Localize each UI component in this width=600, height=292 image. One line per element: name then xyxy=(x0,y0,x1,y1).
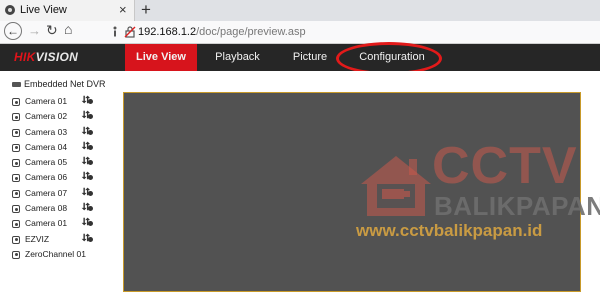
device-tree-root[interactable]: Embedded Net DVR xyxy=(12,79,106,89)
url-host: 192.168.1.2 xyxy=(138,26,197,38)
tab-playback[interactable]: Playback xyxy=(205,44,270,71)
channel-label: Camera 05 xyxy=(25,157,68,168)
camera-channel-icon xyxy=(12,143,20,152)
url-path: /doc/page/preview.asp xyxy=(196,26,306,38)
channel-label: Camera 07 xyxy=(25,187,68,198)
dvr-device-icon xyxy=(12,82,21,88)
home-icon[interactable]: ⌂ xyxy=(64,21,72,37)
video-toolbar-strip xyxy=(123,71,600,92)
stream-control-icon[interactable]: ⮃ xyxy=(82,156,93,167)
channel-label: Camera 04 xyxy=(25,141,68,152)
browser-nav-bar: ← → ↻ ⌂ 192.168.1.2/doc/page/preview.asp xyxy=(0,21,600,44)
hikvision-logo: HIKVISION xyxy=(14,50,79,64)
browser-tab[interactable]: Live View × xyxy=(0,0,135,21)
new-tab-icon[interactable]: + xyxy=(141,0,151,20)
stream-control-icon[interactable]: ⮃ xyxy=(82,126,93,137)
camera-favicon-icon xyxy=(5,5,15,15)
camera-channel-icon xyxy=(12,250,20,259)
stream-control-icon[interactable]: ⮃ xyxy=(82,110,93,121)
stream-control-icon[interactable]: ⮃ xyxy=(82,141,93,152)
camera-channel-icon xyxy=(12,220,20,229)
stream-control-icon[interactable]: ⮃ xyxy=(82,233,93,244)
camera-channel-icon xyxy=(12,128,20,137)
camera-channel-icon xyxy=(12,159,20,168)
camera-channel-icon xyxy=(12,189,20,198)
channel-item[interactable]: EZVIZ ⮃ xyxy=(12,233,122,248)
watermark-city: BALIKPAPAN xyxy=(434,191,600,221)
channel-item[interactable]: Camera 06 ⮃ xyxy=(12,171,122,186)
stream-control-icon[interactable]: ⮃ xyxy=(82,95,93,106)
channel-label: Camera 08 xyxy=(25,203,68,214)
channel-item[interactable]: Camera 05 ⮃ xyxy=(12,156,122,171)
channel-label: EZVIZ xyxy=(25,233,50,244)
app-header: HIKVISION Live View Playback Picture Con… xyxy=(0,44,600,71)
page-info-icon[interactable] xyxy=(110,26,120,37)
close-tab-icon[interactable]: × xyxy=(119,2,127,17)
channel-item[interactable]: Camera 08 ⮃ xyxy=(12,202,122,217)
camera-channel-icon xyxy=(12,98,20,106)
tab-configuration[interactable]: Configuration xyxy=(342,44,442,71)
channel-label: Camera 02 xyxy=(25,111,68,122)
forward-arrow-icon[interactable]: → xyxy=(28,23,41,38)
channel-label: Camera 01 xyxy=(25,96,68,106)
channel-label: Camera 06 xyxy=(25,172,68,183)
tab-title: Live View xyxy=(20,4,67,16)
stream-control-icon[interactable]: ⮃ xyxy=(82,217,93,228)
watermark-url: www.cctvbalikpapan.id xyxy=(356,221,543,240)
channel-label: Camera 01 xyxy=(25,218,68,229)
tab-live-view[interactable]: Live View xyxy=(125,44,197,71)
watermark-brand: CCTV xyxy=(432,137,578,195)
channel-list: Camera 01 ⮃ Camera 02 ⮃ Camera 03 ⮃ Camera 04 ⮃… xyxy=(12,95,122,263)
camera-channel-icon xyxy=(12,205,20,214)
camera-channel-icon xyxy=(12,174,20,183)
channel-item[interactable]: Camera 01 ⮃ xyxy=(12,95,122,110)
channel-label: Camera 03 xyxy=(25,126,68,137)
stream-control-icon[interactable]: ⮃ xyxy=(82,202,93,213)
channel-item[interactable]: Camera 03 ⮃ xyxy=(12,126,122,141)
stream-control-icon[interactable]: ⮃ xyxy=(82,171,93,182)
address-bar[interactable]: 192.168.1.2/doc/page/preview.asp xyxy=(98,23,598,41)
channel-item[interactable]: Camera 04 ⮃ xyxy=(12,141,122,156)
channel-item[interactable]: Camera 01 ⮃ xyxy=(12,217,122,232)
device-label: Embedded Net DVR xyxy=(24,79,106,89)
camera-channel-icon xyxy=(12,113,20,122)
tab-picture[interactable]: Picture xyxy=(280,44,340,71)
camera-channel-icon xyxy=(12,235,20,244)
channel-item[interactable]: Camera 02 ⮃ xyxy=(12,110,122,125)
browser-tab-bar: Live View × + xyxy=(0,0,600,21)
channel-sidebar: Embedded Net DVR Camera 01 ⮃ Camera 02 ⮃ Cam… xyxy=(0,71,122,283)
channel-item[interactable]: ZeroChannel 01 xyxy=(12,248,122,263)
channel-label: ZeroChannel 01 xyxy=(25,248,86,259)
reload-icon[interactable]: ↻ xyxy=(46,22,58,39)
insecure-lock-icon xyxy=(124,26,136,38)
house-camera-watermark-icon xyxy=(361,156,431,216)
channel-item[interactable]: Camera 07 ⮃ xyxy=(12,187,122,202)
back-arrow-icon[interactable]: ← xyxy=(4,22,22,40)
stream-control-icon[interactable]: ⮃ xyxy=(82,187,93,198)
url-text[interactable]: 192.168.1.2/doc/page/preview.asp xyxy=(138,23,306,41)
